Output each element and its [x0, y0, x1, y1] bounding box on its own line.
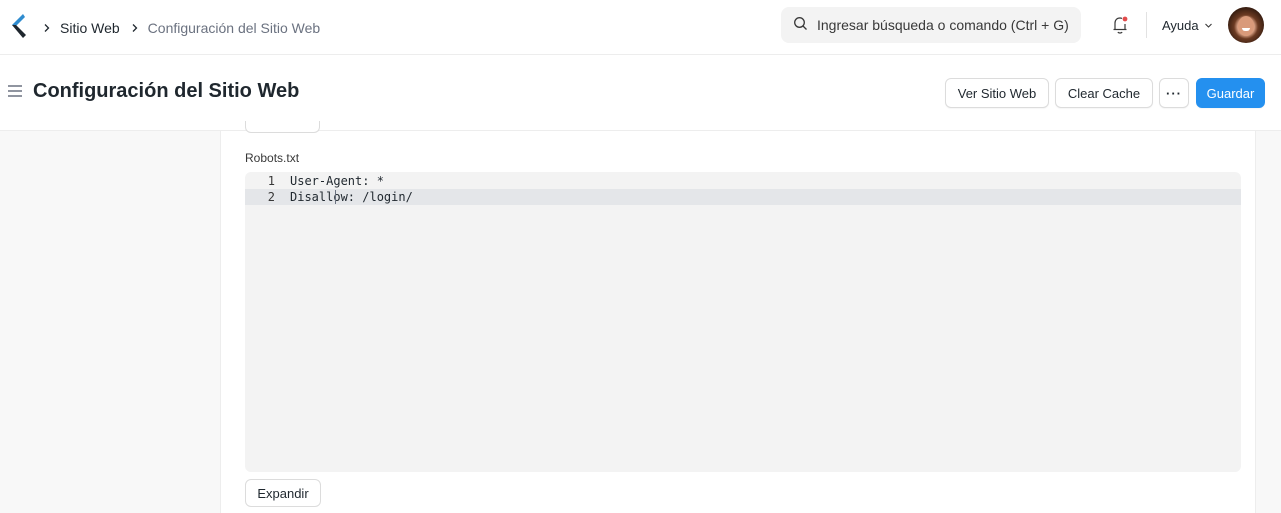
navbar-divider	[1146, 12, 1147, 38]
right-gutter	[1256, 131, 1281, 513]
sidebar-toggle[interactable]	[7, 84, 23, 98]
breadcrumb: Sitio Web Configuración del Sitio Web	[42, 0, 320, 55]
notifications-button[interactable]	[1111, 15, 1129, 35]
robots-txt-label: Robots.txt	[245, 151, 300, 165]
search-icon	[793, 16, 817, 34]
page-header: Configuración del Sitio Web Ver Sitio We…	[0, 55, 1281, 131]
sidebar	[0, 131, 220, 513]
text-caret	[335, 190, 336, 204]
hidden-previous-button[interactable]	[245, 121, 320, 133]
line-number: 2	[267, 190, 275, 204]
code-line-active: 2 Disallow: /login/	[245, 189, 1241, 205]
search-placeholder: Ingresar búsqueda o comando (Ctrl + G)	[817, 17, 1069, 33]
view-site-button[interactable]: Ver Sitio Web	[945, 78, 1049, 108]
chevron-down-icon	[1199, 18, 1213, 33]
chevron-right-icon	[130, 23, 140, 33]
robots-txt-editor[interactable]: 1 User-Agent: * 2 Disallow: /login/	[245, 172, 1241, 472]
app-logo[interactable]	[9, 13, 27, 39]
line-number: 1	[267, 174, 275, 188]
code-line: 1 User-Agent: *	[245, 173, 1241, 189]
line-text: Disallow: /login/	[290, 190, 413, 204]
search-input[interactable]: Ingresar búsqueda o comando (Ctrl + G)	[781, 7, 1081, 43]
more-actions-button[interactable]: ···	[1159, 78, 1189, 108]
chevron-right-icon	[42, 23, 52, 33]
expand-button[interactable]: Expandir	[245, 479, 321, 507]
page-title: Configuración del Sitio Web	[33, 80, 300, 102]
clear-cache-button[interactable]: Clear Cache	[1055, 78, 1153, 108]
breadcrumb-current-page[interactable]: Configuración del Sitio Web	[148, 20, 321, 36]
help-label: Ayuda	[1162, 17, 1199, 33]
notification-dot	[1122, 16, 1128, 22]
help-dropdown[interactable]: Ayuda	[1162, 0, 1213, 50]
user-avatar[interactable]	[1228, 7, 1264, 43]
bell-icon	[1113, 16, 1128, 34]
avatar-face	[1238, 16, 1254, 36]
save-button[interactable]: Guardar	[1196, 78, 1265, 108]
menu-icon	[8, 85, 22, 97]
top-navbar: Sitio Web Configuración del Sitio Web In…	[0, 0, 1281, 55]
line-text: User-Agent: *	[290, 174, 384, 188]
form-card: Robots.txt 1 User-Agent: * 2 Disallow: /…	[220, 121, 1256, 513]
breadcrumb-sitio-web[interactable]: Sitio Web	[60, 20, 120, 36]
